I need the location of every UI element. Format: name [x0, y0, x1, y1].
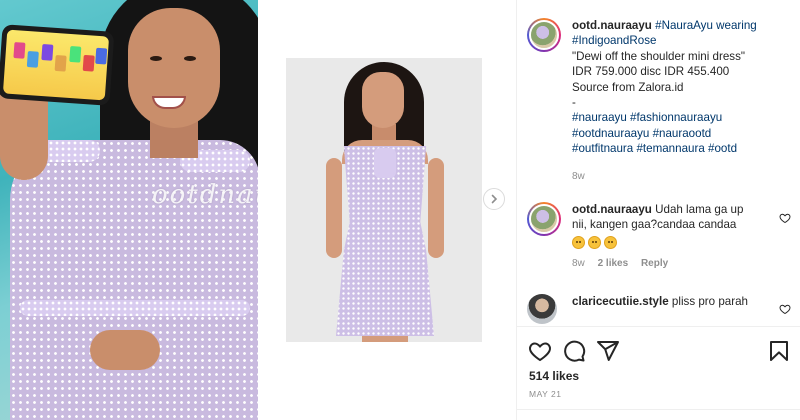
chevron-right-icon: [491, 194, 498, 204]
action-bar: 514 likes MAY 21: [517, 326, 800, 420]
next-slide-button[interactable]: [483, 188, 505, 210]
phone-in-hand: [0, 24, 115, 106]
likes-count[interactable]: 514 likes: [529, 369, 579, 383]
caption-username[interactable]: ootd.nauraayu: [572, 19, 652, 32]
crying-face-icon: [572, 236, 585, 250]
comment-text-line1: Udah lama ga up: [655, 203, 744, 216]
heart-icon[interactable]: [779, 212, 791, 224]
comment-username[interactable]: claricecutiie.style: [572, 295, 669, 308]
caption-line-3: IDR 759.000 disc IDR 455.400: [572, 65, 730, 79]
caption-comment: ootd.nauraayu #NauraAyu wearing #Indigoa…: [527, 18, 791, 182]
caption-line-6[interactable]: #nauraayu #fashionnauraayu: [572, 110, 791, 125]
heart-icon[interactable]: [528, 339, 552, 363]
post-media[interactable]: ootdnauraayu: [0, 0, 516, 420]
reply-button[interactable]: Reply: [641, 258, 668, 269]
comment-text: pliss pro parah: [671, 295, 748, 308]
post-date[interactable]: MAY 21: [529, 389, 561, 399]
avatar[interactable]: [527, 202, 561, 236]
avatar[interactable]: [527, 294, 557, 324]
bookmark-icon[interactable]: [767, 339, 791, 363]
caption-line-0[interactable]: #NauraAyu wearing: [655, 19, 757, 32]
emoji-row: [572, 235, 773, 250]
comment-item: ootd.nauraayu Udah lama ga up nii, kange…: [527, 202, 791, 269]
comment-likes[interactable]: 2 likes: [598, 258, 629, 269]
avatar[interactable]: [527, 18, 561, 52]
grimacing-face-icon: [604, 236, 617, 250]
watermark: ootdnauraayu: [152, 180, 258, 210]
caption-line-8[interactable]: #outfitnaura #temannaura #ootd: [572, 141, 791, 156]
comment-item: claricecutiie.style pliss pro parah: [527, 294, 791, 324]
caption-line-1[interactable]: #IndigoandRose: [572, 33, 791, 48]
comment-text-line2: nii, kangen gaa?candaa candaa: [572, 218, 737, 232]
caption-line-4: Source from Zalora.id: [572, 80, 684, 94]
comment-username[interactable]: ootd.nauraayu: [572, 203, 652, 216]
divider: [517, 409, 800, 410]
woozy-face-icon: [588, 236, 601, 250]
caption-line-7[interactable]: #ootdnauraayu #nauraootd: [572, 126, 791, 141]
comment-icon[interactable]: [562, 339, 586, 363]
share-icon[interactable]: [596, 339, 620, 363]
photo-dress-model: [286, 58, 482, 342]
caption-line-5: -: [572, 96, 576, 110]
caption-time[interactable]: 8w: [572, 171, 585, 182]
photo-girl-with-phone: ootdnauraayu: [0, 0, 258, 420]
heart-icon[interactable]: [779, 303, 791, 315]
comments-panel: ootd.nauraayu #NauraAyu wearing #Indigoa…: [516, 0, 800, 420]
comment-time[interactable]: 8w: [572, 258, 585, 269]
caption-line-2: "Dewi off the shoulder mini dress": [572, 49, 745, 63]
